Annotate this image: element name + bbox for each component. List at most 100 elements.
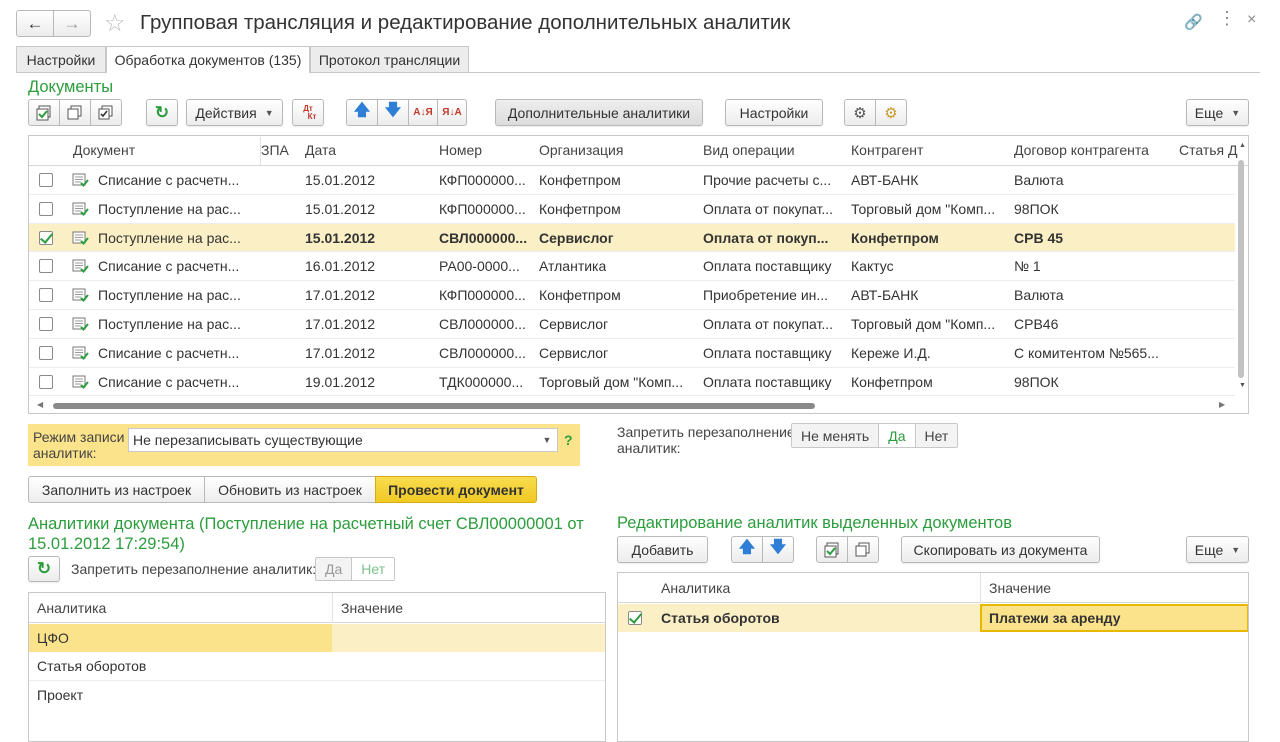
tab-settings[interactable]: Настройки [16, 46, 106, 72]
add-button[interactable]: Добавить [617, 536, 708, 563]
col-document[interactable]: Документ [73, 136, 135, 164]
check-all-button[interactable] [28, 99, 60, 126]
left-refresh-button[interactable]: ↻ [28, 556, 60, 582]
col-counterparty[interactable]: Контрагент [851, 136, 923, 164]
vertical-scroll-thumb[interactable] [1238, 160, 1244, 378]
row-checkbox[interactable] [39, 317, 53, 331]
table-row[interactable]: Статья оборотов [29, 652, 605, 681]
move-up-button[interactable]: 🡅 [346, 99, 378, 126]
table-row[interactable]: Поступление на рас... 15.01.2012 СВЛ000000… [29, 223, 1235, 253]
table-row[interactable]: ЦФО [29, 624, 605, 652]
update-from-settings-button[interactable]: Обновить из настроек [204, 476, 376, 503]
config-button[interactable]: ⚙ [844, 99, 876, 126]
tab-processing[interactable]: Обработка документов (135) [106, 46, 310, 73]
star-icon[interactable]: ☆ [104, 9, 126, 38]
uncheck-all-button[interactable] [59, 99, 91, 126]
refresh-button[interactable]: ↻ [146, 99, 178, 126]
move-down-button[interactable]: 🡇 [377, 99, 409, 126]
analytics-value: Платежи за аренду [989, 610, 1121, 626]
cell-contr: Конфетпром [851, 229, 939, 246]
actions-button[interactable]: Действия ▼ [186, 99, 283, 126]
cell-op: Оплата поставщику [703, 373, 832, 390]
scroll-left-icon[interactable]: ◀ [37, 400, 43, 409]
posted-document-icon [72, 346, 89, 360]
cell-doc: Списание с расчетн... [98, 258, 240, 275]
col-date[interactable]: Дата [305, 136, 336, 164]
back-button[interactable]: ← [16, 10, 54, 37]
settings-button[interactable]: Настройки [725, 99, 823, 126]
menu-dots-icon[interactable]: ⋮ [1218, 9, 1236, 27]
move-down-button[interactable]: 🡇 [762, 536, 794, 563]
row-checkbox[interactable] [628, 611, 642, 625]
table-row[interactable]: Списание с расчетн... 16.01.2012 РА00-0000… [29, 252, 1235, 282]
table-row[interactable]: Списание с расчетн... 15.01.2012 КФП000000… [29, 166, 1235, 195]
cell-contract: СРВ46 [1014, 316, 1059, 332]
extra-analytics-button[interactable]: Дополнительные аналитики [495, 99, 703, 126]
forbid-option-no[interactable]: Нет [914, 424, 958, 447]
tab-protocol[interactable]: Протокол трансляции [310, 46, 469, 72]
posted-document-icon [72, 375, 89, 389]
cell-org: Торговый дом "Комп... [539, 373, 684, 390]
close-icon[interactable]: × [1247, 11, 1256, 29]
table-row[interactable]: Статья оборотов Платежи за аренду [618, 604, 1248, 632]
dt-kt-button[interactable]: Дт Кт [292, 99, 324, 126]
check-all-button[interactable] [816, 536, 848, 563]
forbid-option-unchanged[interactable]: Не менять [792, 424, 878, 447]
config-alt-button[interactable]: ⚙ [875, 99, 907, 126]
chevron-down-icon[interactable]: ▼ [536, 429, 558, 451]
fill-from-settings-button[interactable]: Заполнить из настроек [28, 476, 205, 503]
forward-button[interactable]: → [53, 10, 91, 37]
col-operation[interactable]: Вид операции [703, 136, 795, 164]
arrow-down-icon: 🡇 [384, 102, 402, 119]
copy-from-document-button[interactable]: Скопировать из документа [901, 536, 1100, 563]
invert-check-button[interactable] [90, 99, 122, 126]
col-zpa[interactable]: ЗПА [261, 136, 289, 164]
posted-document-icon [72, 288, 89, 303]
row-checkbox[interactable] [39, 374, 53, 389]
scroll-right-icon[interactable]: ▶ [1219, 400, 1225, 409]
kt-label: Кт [307, 111, 317, 121]
col-value[interactable]: Значение [341, 593, 403, 623]
row-checkbox[interactable] [39, 259, 53, 274]
col-number[interactable]: Номер [439, 136, 482, 164]
row-checkbox[interactable] [39, 345, 53, 360]
table-row[interactable]: Поступление на рас... 17.01.2012 КФП000000… [29, 281, 1235, 310]
col-org[interactable]: Организация [539, 136, 623, 164]
col-article[interactable]: Статья Д [1179, 136, 1238, 164]
row-checkbox[interactable] [39, 230, 53, 245]
col-analytics[interactable]: Аналитика [661, 573, 730, 603]
link-icon[interactable]: 🔗 [1184, 13, 1203, 31]
help-icon[interactable]: ? [564, 432, 573, 448]
refresh-icon: ↻ [154, 102, 170, 122]
scroll-down-icon[interactable]: ▼ [1239, 382, 1246, 389]
col-contract[interactable]: Договор контрагента [1014, 136, 1149, 164]
row-checkbox[interactable] [39, 201, 53, 216]
vertical-scrollbar[interactable]: ▲ ▼ [1235, 138, 1248, 394]
scroll-up-icon[interactable]: ▲ [1239, 142, 1246, 149]
forbid-option-yes[interactable]: Да [878, 424, 915, 447]
table-row[interactable]: Списание с расчетн... 17.01.2012 СВЛ000000… [29, 339, 1235, 368]
table-row[interactable]: Поступление на рас... 17.01.2012 СВЛ000000… [29, 310, 1235, 339]
cell-contr: Кактус [851, 258, 894, 275]
uncheck-all-button[interactable] [847, 536, 879, 563]
more-button[interactable]: Еще ▼ [1186, 99, 1249, 126]
horizontal-scroll-thumb[interactable] [53, 403, 815, 409]
col-analytics[interactable]: Аналитика [37, 593, 106, 623]
horizontal-scrollbar[interactable]: ◀ ▶ [29, 398, 1235, 413]
col-value[interactable]: Значение [989, 573, 1051, 603]
value-cell[interactable]: Платежи за аренду [980, 604, 1248, 632]
left-forbid-no[interactable]: Нет [351, 558, 395, 580]
mode-select[interactable]: Не перезаписывать существующие ▼ [128, 428, 558, 452]
row-checkbox[interactable] [39, 288, 53, 303]
right-more-button[interactable]: Еще ▼ [1186, 536, 1249, 563]
row-checkbox[interactable] [39, 173, 53, 187]
left-forbid-yes[interactable]: Да [316, 558, 351, 580]
table-row[interactable]: Поступление на рас... 15.01.2012 КФП000000… [29, 195, 1235, 224]
sort-desc-button[interactable]: Я↓А [437, 99, 467, 126]
sort-asc-button[interactable]: А↓Я [408, 99, 438, 126]
cell-org: Сервислог [539, 316, 609, 332]
table-row[interactable]: Проект [29, 681, 605, 710]
move-up-button[interactable]: 🡅 [731, 536, 763, 563]
post-document-button[interactable]: Провести документ [375, 476, 537, 503]
table-row[interactable]: Списание с расчетн... 19.01.2012 ТДК000000… [29, 368, 1235, 397]
